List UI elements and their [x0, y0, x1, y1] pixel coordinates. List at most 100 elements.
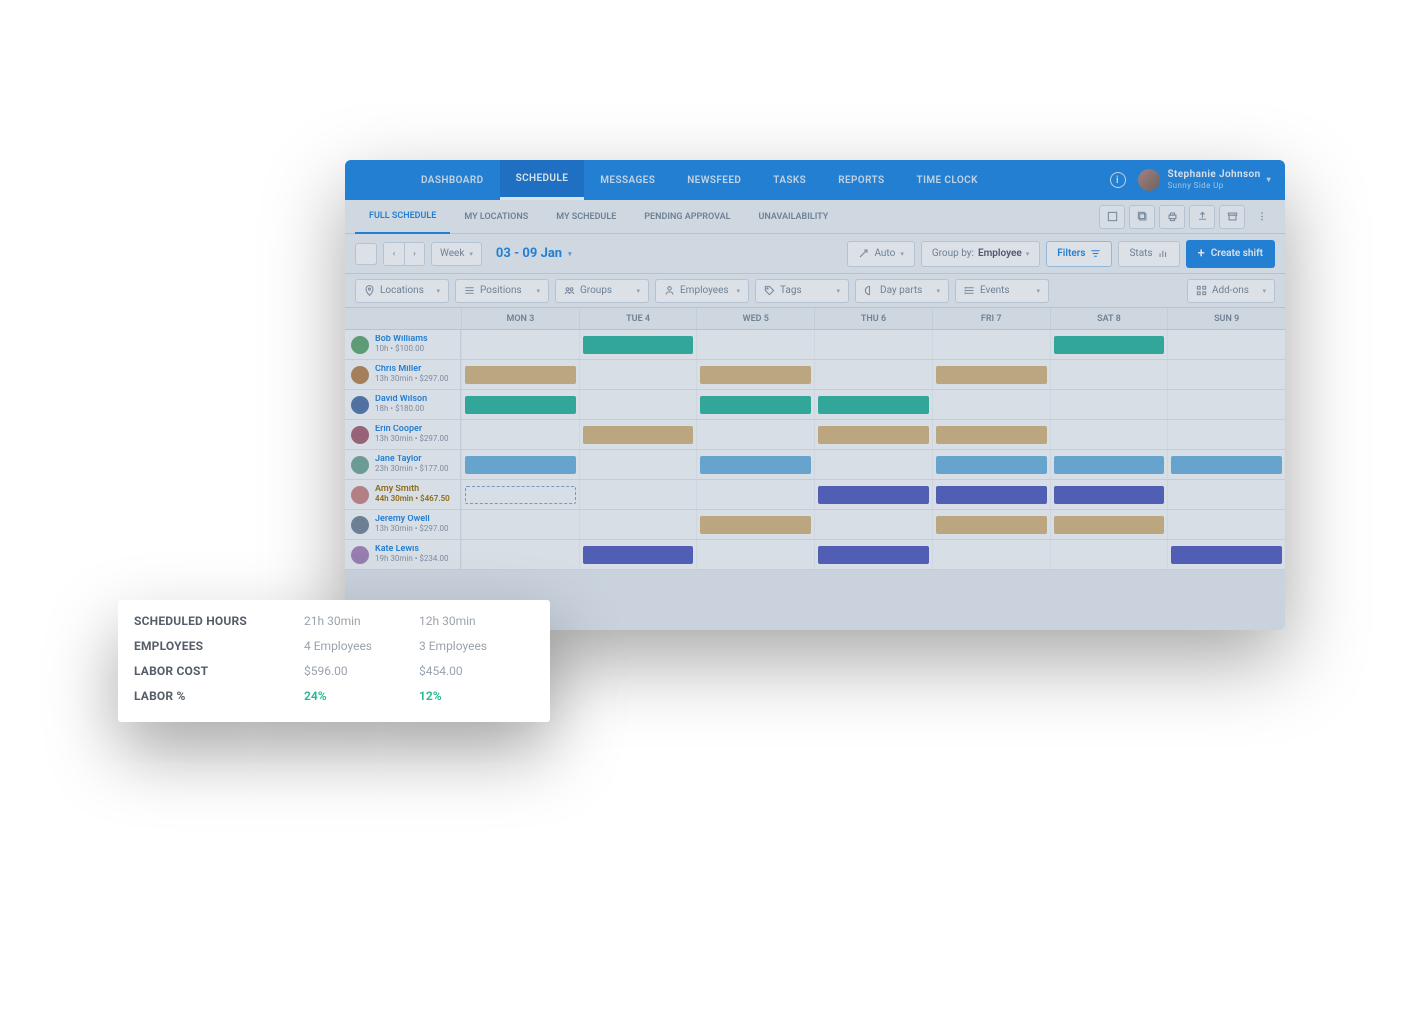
tab-pending-approval[interactable]: PENDING APPROVAL [630, 200, 744, 234]
employee-cell[interactable]: Erin Cooper13h 30min • $297.00 [345, 420, 461, 449]
shift-block[interactable] [583, 546, 694, 564]
schedule-cell[interactable] [814, 390, 932, 419]
shift-block[interactable] [936, 486, 1047, 504]
filter-addons[interactable]: Add-ons▾ [1187, 279, 1275, 303]
shift-block[interactable] [583, 426, 694, 444]
create-shift-button[interactable]: + Create shift [1186, 240, 1275, 268]
nav-tasks[interactable]: TASKS [757, 160, 822, 200]
schedule-cell[interactable] [814, 360, 932, 389]
shift-block[interactable] [1054, 516, 1165, 534]
schedule-cell[interactable] [1167, 390, 1285, 419]
schedule-cell[interactable] [1167, 420, 1285, 449]
tab-full-schedule[interactable]: FULL SCHEDULE [355, 200, 450, 234]
filter-events[interactable]: Events▾ [955, 279, 1049, 303]
schedule-cell[interactable] [461, 360, 579, 389]
schedule-cell[interactable] [461, 330, 579, 359]
shift-block[interactable] [465, 396, 576, 414]
schedule-cell[interactable] [1050, 330, 1168, 359]
schedule-cell[interactable] [814, 480, 932, 509]
schedule-cell[interactable] [1167, 360, 1285, 389]
shift-block[interactable] [936, 426, 1047, 444]
schedule-cell[interactable] [932, 450, 1050, 479]
schedule-cell[interactable] [579, 450, 697, 479]
shift-block[interactable] [583, 336, 694, 354]
schedule-cell[interactable] [579, 390, 697, 419]
schedule-cell[interactable] [1050, 480, 1168, 509]
schedule-cell[interactable] [461, 510, 579, 539]
schedule-cell[interactable] [932, 330, 1050, 359]
shift-block[interactable] [1054, 486, 1165, 504]
schedule-cell[interactable] [1050, 420, 1168, 449]
schedule-cell[interactable] [1167, 480, 1285, 509]
filter-groups[interactable]: Groups▾ [555, 279, 649, 303]
shift-block[interactable] [1171, 546, 1282, 564]
nav-messages[interactable]: MESSAGES [584, 160, 671, 200]
schedule-cell[interactable] [696, 390, 814, 419]
auto-schedule-button[interactable]: Auto ▾ [847, 241, 914, 267]
shift-block[interactable] [465, 366, 576, 384]
shift-block[interactable] [1054, 336, 1165, 354]
shift-block[interactable] [936, 456, 1047, 474]
tab-my-locations[interactable]: MY LOCATIONS [450, 200, 542, 234]
schedule-cell[interactable] [1050, 540, 1168, 569]
shift-block[interactable] [700, 366, 811, 384]
archive-button[interactable] [1219, 205, 1245, 229]
schedule-cell[interactable] [696, 510, 814, 539]
schedule-cell[interactable] [1050, 510, 1168, 539]
shift-block[interactable] [936, 516, 1047, 534]
employee-cell[interactable]: David Wilson18h • $180.00 [345, 390, 461, 419]
schedule-cell[interactable] [461, 420, 579, 449]
shift-block[interactable] [818, 396, 929, 414]
next-week-button[interactable]: › [404, 243, 424, 265]
schedule-cell[interactable] [696, 360, 814, 389]
schedule-cell[interactable] [579, 540, 697, 569]
schedule-cell[interactable] [696, 450, 814, 479]
schedule-cell[interactable] [579, 420, 697, 449]
filter-employees[interactable]: Employees▾ [655, 279, 749, 303]
shift-block[interactable] [818, 426, 929, 444]
shift-block[interactable] [936, 366, 1047, 384]
prev-week-button[interactable]: ‹ [384, 243, 404, 265]
filter-tags[interactable]: Tags▾ [755, 279, 849, 303]
nav-reports[interactable]: REPORTS [822, 160, 900, 200]
employee-cell[interactable]: Jeremy Owell13h 30min • $297.00 [345, 510, 461, 539]
shift-block[interactable] [465, 486, 576, 504]
shift-block[interactable] [1171, 456, 1282, 474]
copy-button[interactable] [1129, 205, 1155, 229]
shift-block[interactable] [700, 516, 811, 534]
filters-button[interactable]: Filters [1046, 241, 1112, 267]
schedule-cell[interactable] [579, 360, 697, 389]
stats-button[interactable]: Stats [1118, 241, 1179, 267]
filter-positions[interactable]: Positions▾ [455, 279, 549, 303]
nav-dashboard[interactable]: DASHBOARD [405, 160, 500, 200]
view-mode-dropdown[interactable]: Week ▾ [431, 242, 482, 266]
schedule-cell[interactable] [461, 540, 579, 569]
schedule-cell[interactable] [696, 330, 814, 359]
schedule-cell[interactable] [696, 420, 814, 449]
schedule-cell[interactable] [932, 540, 1050, 569]
nav-schedule[interactable]: SCHEDULE [500, 160, 585, 200]
shift-block[interactable] [700, 456, 811, 474]
schedule-cell[interactable] [696, 540, 814, 569]
schedule-cell[interactable] [579, 330, 697, 359]
schedule-cell[interactable] [579, 510, 697, 539]
schedule-cell[interactable] [1050, 450, 1168, 479]
schedule-cell[interactable] [1167, 510, 1285, 539]
schedule-cell[interactable] [932, 420, 1050, 449]
schedule-cell[interactable] [932, 510, 1050, 539]
employee-cell[interactable]: Kate Lewis19h 30min • $234.00 [345, 540, 461, 569]
user-menu[interactable]: Stephanie Johnson Sunny Side Up ▾ [1138, 169, 1271, 191]
schedule-cell[interactable] [461, 390, 579, 419]
schedule-cell[interactable] [1167, 450, 1285, 479]
schedule-cell[interactable] [814, 420, 932, 449]
groupby-dropdown[interactable]: Group by: Employee ▾ [921, 241, 1040, 267]
info-icon[interactable]: i [1110, 172, 1126, 188]
schedule-cell[interactable] [696, 480, 814, 509]
filter-locations[interactable]: Locations▾ [355, 279, 449, 303]
tab-my-schedule[interactable]: MY SCHEDULE [542, 200, 630, 234]
schedule-cell[interactable] [579, 480, 697, 509]
employee-cell[interactable]: Chris Miller13h 30min • $297.00 [345, 360, 461, 389]
schedule-cell[interactable] [814, 450, 932, 479]
schedule-cell[interactable] [1050, 360, 1168, 389]
nav-time-clock[interactable]: TIME CLOCK [901, 160, 994, 200]
